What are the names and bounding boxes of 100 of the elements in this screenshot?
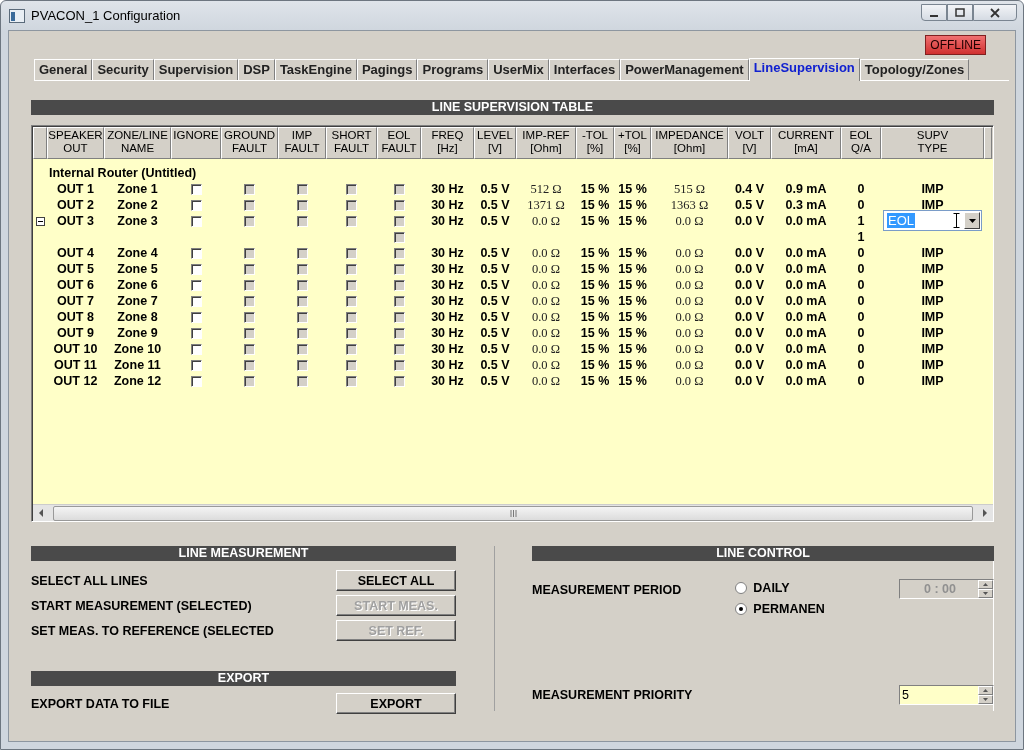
- maximize-button[interactable]: [947, 4, 973, 21]
- tab[interactable]: Supervision: [153, 59, 239, 80]
- tab[interactable]: Security: [92, 59, 154, 80]
- column-header[interactable]: -TOL [%]: [576, 127, 614, 159]
- table-cell: OUT 1: [57, 182, 94, 196]
- table-cell: 15 %: [618, 326, 647, 340]
- table-cell: 1371 Ω: [527, 197, 565, 213]
- priority-spinner[interactable]: 5: [899, 685, 994, 705]
- table-cell: 30 Hz: [431, 374, 464, 388]
- checkbox[interactable]: [190, 215, 202, 227]
- table-cell: 515 Ω: [673, 181, 706, 197]
- table-cell: 0.0 Ω: [675, 325, 704, 341]
- table-cell: 15 %: [618, 198, 647, 212]
- column-header[interactable]: GROUND FAULT: [221, 127, 278, 159]
- column-header[interactable]: SHORT FAULT: [326, 127, 377, 159]
- label: MEASUREMENT PERIOD: [532, 583, 682, 597]
- table-cell: 0: [857, 342, 865, 356]
- column-header[interactable]: EOL Q/A: [841, 127, 881, 159]
- table-cell: 0.5 V: [480, 198, 510, 212]
- table-cell: 30 Hz: [431, 342, 464, 356]
- minimize-button[interactable]: [921, 4, 947, 21]
- table-cell: 0.5 V: [480, 326, 510, 340]
- checkbox[interactable]: [190, 199, 202, 211]
- checkbox[interactable]: [190, 311, 202, 323]
- table-cell: 0.3 mA: [785, 198, 827, 212]
- radio-button[interactable]: [735, 582, 748, 594]
- column-header[interactable]: SPEAKER OUT: [47, 127, 104, 159]
- table-cell: Zone 8: [117, 310, 158, 324]
- column-header[interactable]: IMP-REF [Ohm]: [516, 127, 576, 159]
- table-cell: 0.4 V: [734, 182, 765, 196]
- column-header[interactable]: VOLT [V]: [728, 127, 771, 159]
- table-cell: 15 %: [618, 246, 647, 260]
- right-arrow-icon[interactable]: [982, 509, 988, 517]
- table-cell: IMP: [921, 309, 944, 325]
- table-cell: 0.0 Ω: [675, 341, 704, 357]
- checkbox[interactable]: [190, 247, 202, 259]
- table-cell: 0.0 V: [734, 262, 765, 276]
- column-header[interactable]: SUPV TYPE: [881, 127, 984, 159]
- column-header[interactable]: ZONE/LINE NAME: [104, 127, 171, 159]
- checkbox[interactable]: [190, 183, 202, 195]
- column-header[interactable]: +TOL [%]: [614, 127, 651, 159]
- radio-button[interactable]: [735, 603, 748, 615]
- table-cell: 15 %: [618, 374, 647, 388]
- table-cell: Zone 1: [117, 182, 158, 196]
- tab[interactable]: UserMix: [488, 59, 549, 80]
- column-header[interactable]: FREQ [Hz]: [421, 127, 474, 159]
- table-cell: 15 %: [580, 342, 610, 356]
- checkbox[interactable]: [190, 295, 202, 307]
- text-cursor-icon: [953, 213, 960, 228]
- table-cell: 0.0 mA: [785, 214, 827, 228]
- tab[interactable]: Interfaces: [548, 59, 621, 80]
- column-header[interactable]: IGNORE: [171, 127, 221, 159]
- column-header[interactable]: EOL FAULT: [377, 127, 421, 159]
- radio-label[interactable]: DAILY: [753, 581, 790, 595]
- table-cell: 0.0 mA: [785, 326, 827, 340]
- radio-label[interactable]: PERMANEN: [753, 602, 825, 616]
- tab[interactable]: Pagings: [356, 59, 418, 80]
- checkbox[interactable]: [190, 279, 202, 291]
- collapse-icon[interactable]: [35, 216, 45, 226]
- table-cell: 0: [857, 198, 865, 212]
- checkbox[interactable]: [190, 327, 202, 339]
- checkbox[interactable]: [190, 375, 202, 387]
- table-cell: 0.0 V: [734, 246, 765, 260]
- export-button[interactable]: EXPORT: [336, 693, 456, 714]
- table-cell: Zone 5: [117, 262, 158, 276]
- label: EXPORT DATA TO FILE: [31, 696, 170, 711]
- tab[interactable]: General: [34, 59, 93, 80]
- tab[interactable]: LineSupervision: [748, 58, 860, 81]
- tab[interactable]: PowerManagement: [620, 59, 749, 80]
- table-cell: 0.0 Ω: [675, 293, 704, 309]
- checkbox[interactable]: [190, 263, 202, 275]
- table-cell: 0: [857, 374, 865, 388]
- checkbox[interactable]: [190, 359, 202, 371]
- section-title: LINE CONTROL: [532, 546, 994, 561]
- column-header[interactable]: CURRENT [mA]: [771, 127, 841, 159]
- table-cell: 0.5 V: [734, 198, 765, 212]
- label: START MEASUREMENT (SELECTED): [31, 598, 252, 613]
- action-button[interactable]: SELECT ALL: [336, 570, 456, 591]
- table-cell: Zone 3: [117, 214, 158, 228]
- table-cell: 15 %: [580, 198, 610, 212]
- column-header[interactable]: IMPEDANCE [Ohm]: [651, 127, 728, 159]
- left-arrow-icon[interactable]: [38, 509, 44, 517]
- checkbox[interactable]: [190, 343, 202, 355]
- tab[interactable]: Programs: [417, 59, 489, 80]
- tab[interactable]: TaskEngine: [274, 59, 357, 80]
- column-header[interactable]: LEVEL [V]: [474, 127, 516, 159]
- tab[interactable]: DSP: [238, 59, 275, 80]
- table-cell: 0.5 V: [480, 342, 510, 356]
- table-cell: OUT 3: [57, 214, 94, 228]
- table-cell: 0.0 Ω: [675, 277, 704, 293]
- dropdown-button[interactable]: [964, 212, 980, 229]
- close-button[interactable]: [973, 4, 1017, 21]
- table-cell: 0: [857, 278, 865, 292]
- table-cell: 0.0 Ω: [531, 213, 560, 229]
- table-cell: 0.9 mA: [785, 182, 827, 196]
- column-header[interactable]: IMP FAULT: [278, 127, 326, 159]
- tab[interactable]: Topology/Zones: [859, 59, 970, 80]
- table-cell: OUT 2: [57, 198, 94, 212]
- table-cell: 15 %: [580, 358, 610, 372]
- table-cell: 15 %: [618, 294, 647, 308]
